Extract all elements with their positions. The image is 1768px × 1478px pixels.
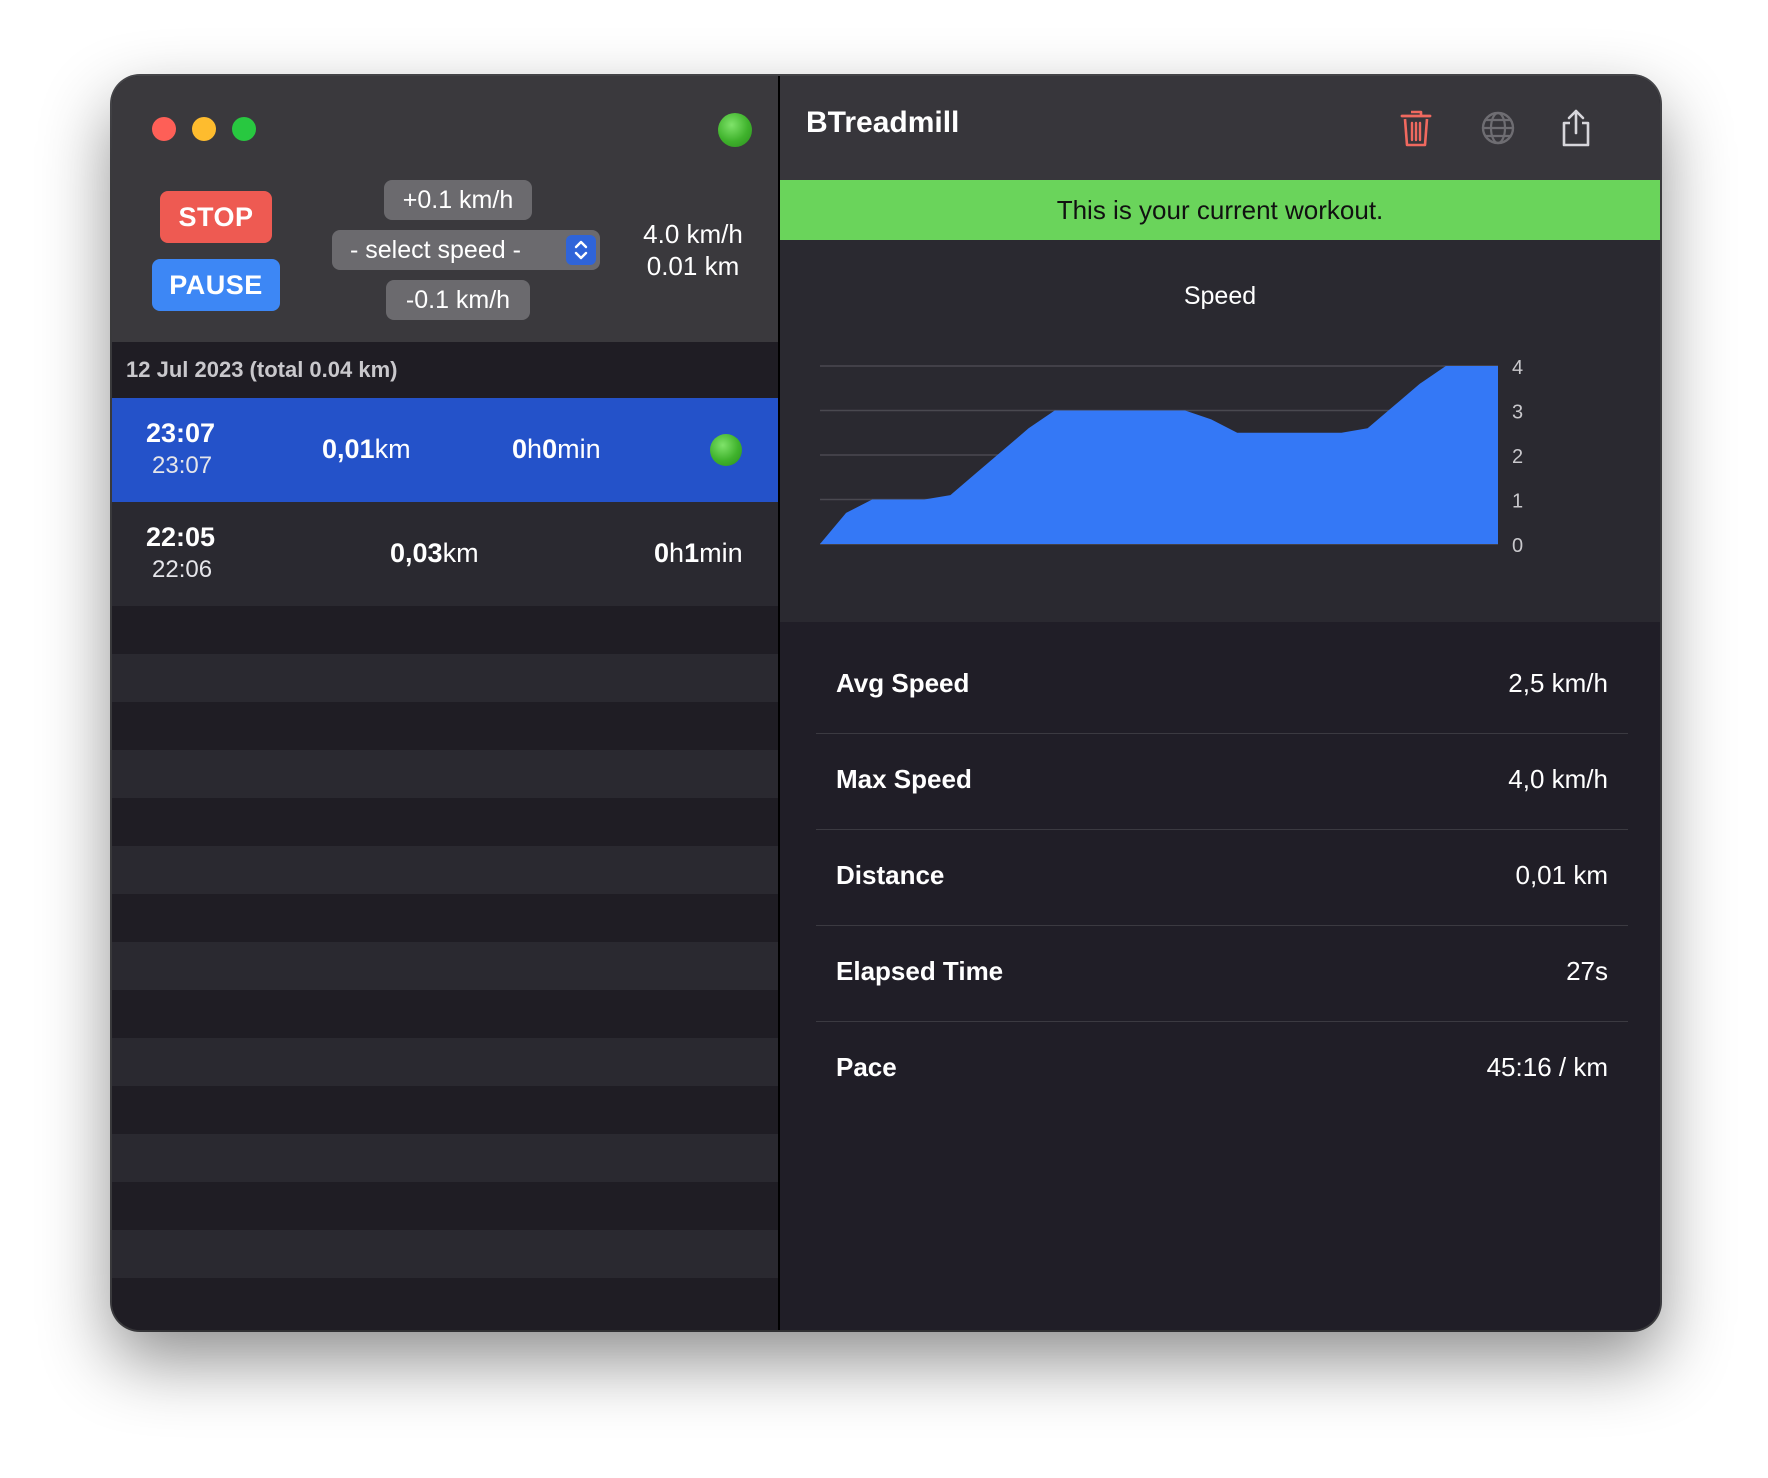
current-distance: 0.01 km [646, 251, 740, 281]
empty-row [112, 1086, 778, 1134]
stat-row-distance: Distance 0,01 km [816, 830, 1628, 926]
speed-decrease-button[interactable]: -0.1 km/h [386, 280, 530, 320]
speed-select-label: - select speed - [350, 235, 521, 264]
stat-label: Elapsed Time [836, 956, 1004, 986]
stat-label: Distance [836, 860, 945, 890]
pause-button[interactable]: PAUSE [152, 259, 280, 311]
stat-row-pace: Pace 45:16 / km [816, 1022, 1628, 1118]
chart-y-tick-label: 0 [1512, 535, 1523, 557]
workout-duration: 0h0min [512, 434, 601, 464]
workout-end-time: 23:07 [152, 452, 213, 479]
stat-row-max-speed: Max Speed 4,0 km/h [816, 734, 1628, 830]
empty-row [112, 750, 778, 798]
stop-button[interactable]: STOP [160, 191, 272, 243]
empty-row [112, 1038, 778, 1086]
connection-status-icon [718, 113, 752, 147]
chart-y-tick-label: 3 [1512, 402, 1523, 424]
empty-row [112, 942, 778, 990]
day-header: 12 Jul 2023 (total 0.04 km) [112, 342, 778, 398]
workout-duration: 0h1min [654, 538, 743, 568]
stat-value: 4,0 km/h [1508, 764, 1608, 794]
close-window-button[interactable] [152, 117, 176, 141]
control-panel: STOP PAUSE +0.1 km/h - select speed - -0… [112, 76, 778, 342]
workout-distance: 0,03km [390, 538, 479, 568]
app-title: BTreadmill [806, 106, 960, 139]
empty-row [112, 702, 778, 750]
stat-label: Avg Speed [836, 668, 970, 698]
stat-value: 2,5 km/h [1508, 668, 1608, 698]
empty-row [112, 654, 778, 702]
workout-end-time: 22:06 [152, 556, 213, 583]
speed-chart-svg: 0 1 2 3 4 [820, 357, 1523, 557]
empty-row [112, 894, 778, 942]
detail-pane: BTreadmill This is your current workout.… [780, 76, 1660, 1330]
chevron-updown-icon [566, 235, 596, 265]
speed-select[interactable]: - select speed - [332, 230, 600, 270]
empty-row [112, 990, 778, 1038]
chart-y-tick-label: 2 [1512, 446, 1523, 468]
empty-row [112, 1230, 778, 1278]
app-window: STOP PAUSE +0.1 km/h - select speed - -0… [112, 76, 1660, 1330]
empty-row [112, 1278, 778, 1326]
speed-chart: Speed 01234 [780, 240, 1660, 622]
chart-y-tick-label: 4 [1512, 357, 1523, 379]
globe-icon[interactable] [1476, 106, 1520, 150]
share-icon[interactable] [1554, 106, 1598, 150]
stat-label: Pace [836, 1052, 897, 1082]
speed-increase-button[interactable]: +0.1 km/h [384, 180, 532, 220]
chart-y-tick-label: 1 [1512, 491, 1523, 513]
empty-row [112, 798, 778, 846]
workout-start-time: 23:07 [146, 418, 216, 448]
trash-icon[interactable] [1394, 106, 1438, 150]
current-speed: 4.0 km/h [643, 219, 743, 249]
stat-label: Max Speed [836, 764, 972, 794]
current-workout-banner: This is your current workout. [780, 180, 1660, 240]
active-workout-icon [710, 434, 742, 466]
workout-start-time: 22:05 [146, 522, 216, 552]
minimize-window-button[interactable] [192, 117, 216, 141]
empty-row [112, 1134, 778, 1182]
workout-row[interactable]: 23:07 23:07 0,01km 0h0min [112, 398, 778, 502]
empty-row [112, 606, 778, 654]
toolbar: BTreadmill [780, 76, 1660, 180]
workout-row[interactable]: 22:05 22:06 0,03km 0h1min [112, 502, 778, 606]
stat-value: 27s [1566, 956, 1608, 986]
stat-value: 45:16 / km [1486, 1052, 1608, 1082]
stat-value: 0,01 km [1515, 860, 1609, 890]
sidebar: STOP PAUSE +0.1 km/h - select speed - -0… [112, 76, 778, 1330]
stat-row-elapsed-time: Elapsed Time 27s [816, 926, 1628, 1022]
empty-row [112, 1182, 778, 1230]
empty-row [112, 846, 778, 894]
current-stats: 4.0 km/h 0.01 km [628, 218, 758, 282]
stat-row-avg-speed: Avg Speed 2,5 km/h [816, 638, 1628, 734]
zoom-window-button[interactable] [232, 117, 256, 141]
workout-distance: 0,01km [322, 434, 411, 464]
